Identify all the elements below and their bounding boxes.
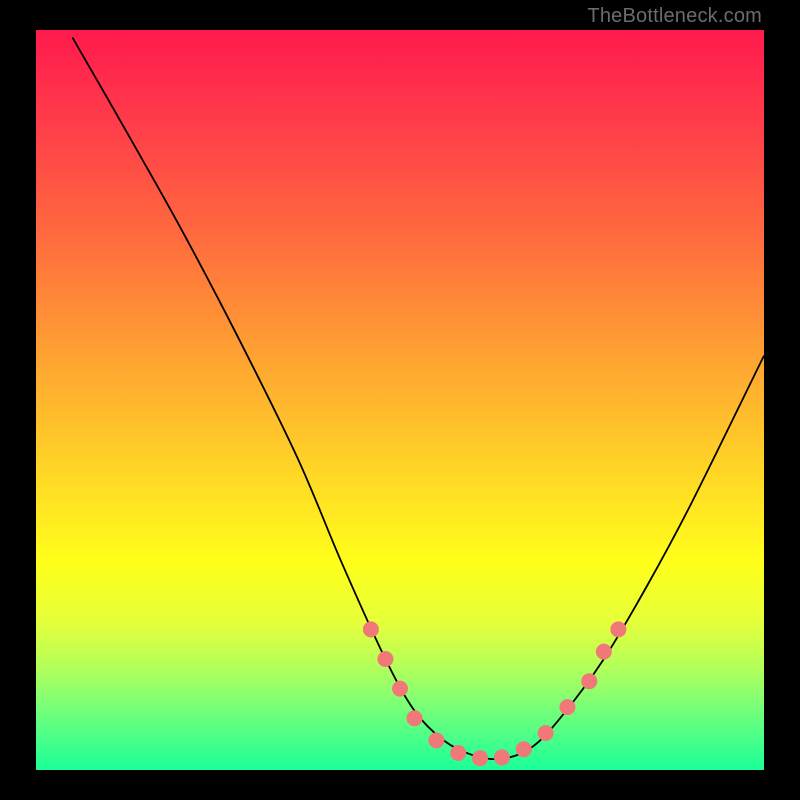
chart-marker <box>610 621 626 637</box>
chart-marker <box>428 732 444 748</box>
chart-marker <box>494 749 510 765</box>
chart-marker <box>472 750 488 766</box>
chart-marker <box>407 710 423 726</box>
chart-marker <box>559 699 575 715</box>
chart-marker <box>363 621 379 637</box>
bottleneck-chart <box>0 0 800 800</box>
chart-marker <box>392 681 408 697</box>
chart-curve <box>72 37 764 759</box>
chart-marker <box>596 644 612 660</box>
chart-marker <box>450 745 466 761</box>
chart-marker <box>538 725 554 741</box>
chart-markers <box>363 621 627 766</box>
chart-marker <box>516 741 532 757</box>
chart-marker <box>377 651 393 667</box>
chart-marker <box>581 673 597 689</box>
